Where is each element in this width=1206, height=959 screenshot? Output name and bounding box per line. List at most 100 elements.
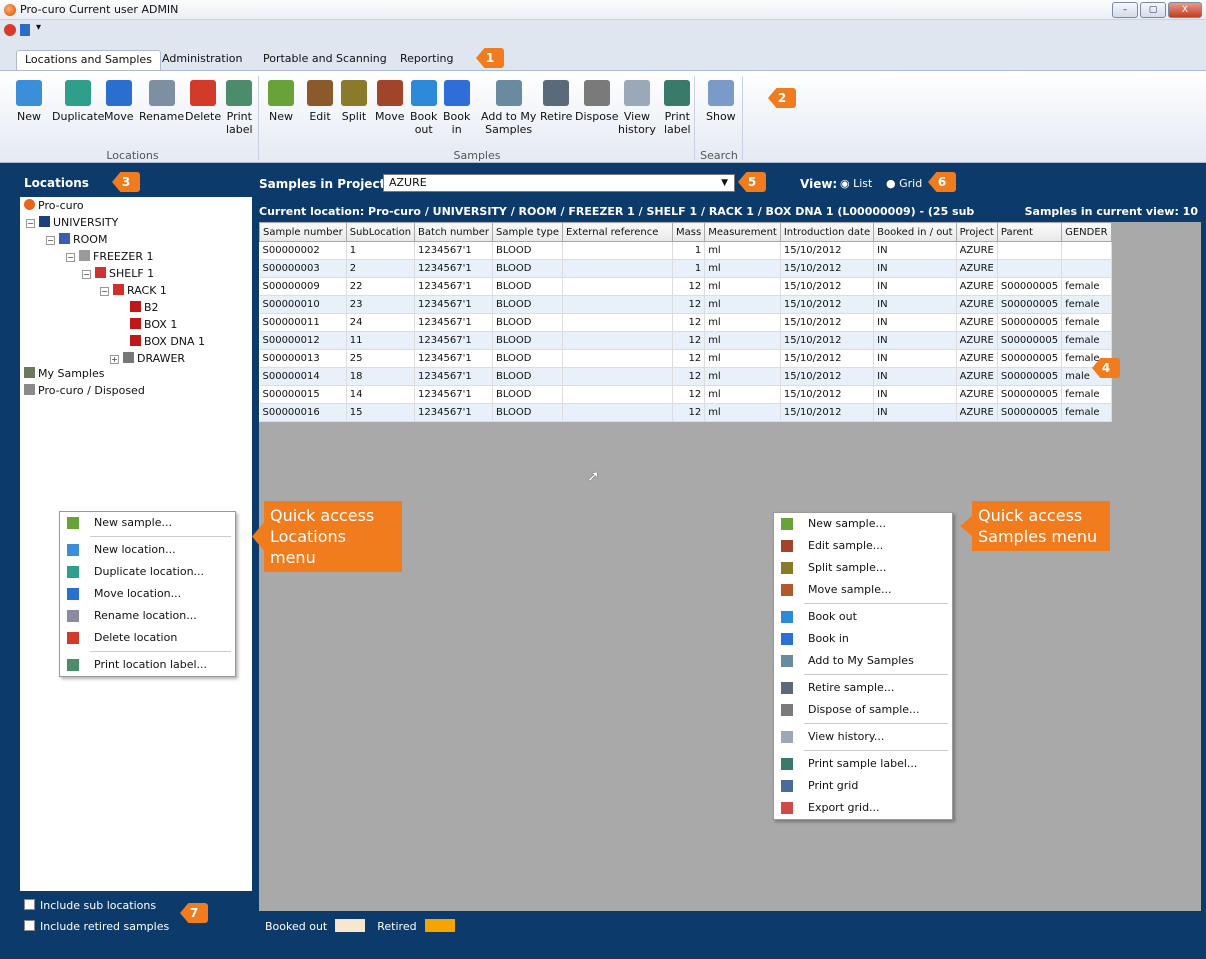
menu-item-label: Delete location [94, 631, 178, 644]
table-cell [997, 259, 1063, 278]
menu-item[interactable]: Print sample label... [774, 753, 952, 775]
tab-locations-and-samples[interactable]: Locations and Samples [16, 50, 161, 70]
column-header[interactable]: Mass [671, 222, 706, 242]
book-out-button[interactable]: Book out [410, 80, 437, 136]
delete-location-button[interactable]: Delete [185, 80, 221, 123]
tree-expander-icon[interactable]: − [46, 236, 55, 245]
menu-item[interactable]: Print location label... [60, 654, 235, 676]
exit-icon[interactable] [4, 24, 16, 36]
new-location-button[interactable]: New [16, 80, 42, 123]
duplicate-location-label: Duplicate [52, 110, 105, 123]
view-list-radio[interactable]: ◉ List [840, 177, 872, 190]
move-sample-button[interactable]: Move [375, 80, 405, 123]
column-header[interactable]: Parent [996, 222, 1063, 242]
tree-expander-icon[interactable]: − [66, 253, 75, 262]
tab-administration[interactable]: Administration [154, 50, 251, 70]
tab-reporting[interactable]: Reporting [392, 50, 461, 70]
tree-node[interactable]: Pro-curo [24, 199, 84, 212]
tree-node[interactable]: + DRAWER [110, 352, 185, 365]
tab-portable-and-scanning[interactable]: Portable and Scanning [255, 50, 395, 70]
menu-item[interactable]: New location... [60, 539, 235, 561]
table-cell: S00000014 [259, 367, 347, 386]
maximize-button[interactable]: ▢ [1140, 2, 1166, 18]
table-row[interactable]: S00000003 2 1234567'1 BLOOD 1 ml 15/10/2012 IN A… [259, 259, 1112, 278]
add-to-my-samples-button[interactable]: Add to My Samples [481, 80, 536, 136]
view-history-button[interactable]: View history [618, 80, 656, 136]
menu-item[interactable]: Export grid... [774, 797, 952, 819]
table-row[interactable]: S00000013 25 1234567'1 BLOOD 12 ml 15/10/2012 I… [259, 349, 1112, 368]
table-row[interactable]: S00000012 11 1234567'1 BLOOD 12 ml 15/10/2012 I… [259, 331, 1112, 350]
minimize-button[interactable]: – [1112, 2, 1138, 18]
group-label-search: Search [700, 149, 738, 162]
menu-item[interactable]: Split sample... [774, 557, 952, 579]
view-grid-radio[interactable]: ● Grid [886, 177, 922, 190]
column-header[interactable]: GENDER [1061, 222, 1112, 242]
tree-node[interactable]: − UNIVERSITY [26, 216, 118, 229]
column-header[interactable]: SubLocation [345, 222, 416, 242]
menu-item[interactable]: Book in [774, 628, 952, 650]
qat-dropdown-icon[interactable]: ▾ [36, 22, 41, 33]
menu-item[interactable]: Edit sample... [774, 535, 952, 557]
menu-item[interactable]: Book out [774, 606, 952, 628]
book-in-button[interactable]: Book in [443, 80, 470, 136]
show-search-button[interactable]: Show [706, 80, 736, 123]
menu-item[interactable]: Add to My Samples [774, 650, 952, 672]
split-sample-button[interactable]: Split [341, 80, 367, 123]
menu-item[interactable]: Delete location [60, 627, 235, 649]
move-location-button[interactable]: Move [104, 80, 134, 123]
tree-node[interactable]: − RACK 1 [100, 284, 167, 297]
edit-sample-button[interactable]: Edit [307, 80, 333, 123]
menu-item[interactable]: New sample... [774, 513, 952, 535]
table-cell: 15/10/2012 [780, 241, 875, 260]
tree-node[interactable]: − SHELF 1 [82, 267, 154, 280]
column-header[interactable]: Sample number [259, 222, 347, 242]
column-header[interactable]: Measurement [704, 222, 781, 242]
table-row[interactable]: S00000002 1 1234567'1 BLOOD 1 ml 15/10/2012 IN A… [259, 241, 1112, 260]
column-header[interactable]: Project [955, 222, 998, 242]
project-select[interactable]: AZURE ▼ [383, 174, 735, 192]
menu-item[interactable]: Print grid [774, 775, 952, 797]
tree-expander-icon[interactable]: − [100, 287, 109, 296]
menu-item[interactable]: View history... [774, 726, 952, 748]
tree-node[interactable]: BOX DNA 1 [130, 335, 205, 348]
table-row[interactable]: S00000009 22 1234567'1 BLOOD 12 ml 15/10/2012 I… [259, 277, 1112, 296]
rename-location-button[interactable]: Rename [139, 80, 184, 123]
column-header[interactable]: Introduction date [779, 222, 875, 242]
new-sample-button[interactable]: New [268, 80, 294, 123]
tree-node[interactable]: B2 [130, 301, 159, 314]
tree-node[interactable]: My Samples [24, 367, 104, 380]
include-retired-samples-checkbox[interactable]: Include retired samples [24, 920, 169, 933]
tree-expander-icon[interactable]: + [110, 355, 119, 364]
menu-item[interactable]: Rename location... [60, 605, 235, 627]
close-button[interactable]: X [1168, 2, 1202, 18]
duplicate-location-button[interactable]: Duplicate [52, 80, 104, 123]
table-row[interactable]: S00000014 18 1234567'1 BLOOD 12 ml 15/10/2012 I… [259, 367, 1112, 386]
menu-item[interactable]: Dispose of sample... [774, 699, 952, 721]
table-cell: ml [704, 313, 781, 332]
column-header[interactable]: Booked in / out [873, 222, 957, 242]
dispose-sample-button[interactable]: Dispose [575, 80, 618, 123]
column-header[interactable]: External reference [562, 222, 673, 242]
menu-item[interactable]: Move location... [60, 583, 235, 605]
print-location-label-button[interactable]: Print label [226, 80, 253, 136]
table-row[interactable]: S00000016 15 1234567'1 BLOOD 12 ml 15/10/2012 I… [259, 403, 1112, 422]
tree-node[interactable]: Pro-curo / Disposed [24, 384, 145, 397]
include-sub-locations-checkbox[interactable]: Include sub locations [24, 899, 156, 912]
menu-item[interactable]: Retire sample... [774, 677, 952, 699]
tree-node[interactable]: BOX 1 [130, 318, 177, 331]
menu-item[interactable]: Move sample... [774, 579, 952, 601]
tree-node[interactable]: − ROOM [46, 233, 107, 246]
menu-item[interactable]: Duplicate location... [60, 561, 235, 583]
print-sample-label-button[interactable]: Print label [664, 80, 691, 136]
retire-sample-button[interactable]: Retire [540, 80, 572, 123]
logout-icon[interactable] [20, 24, 30, 36]
tree-node[interactable]: − FREEZER 1 [66, 250, 154, 263]
tree-expander-icon[interactable]: − [26, 219, 35, 228]
column-header[interactable]: Sample type [491, 222, 564, 242]
tree-expander-icon[interactable]: − [82, 270, 91, 279]
table-row[interactable]: S00000015 14 1234567'1 BLOOD 12 ml 15/10/2012 I… [259, 385, 1112, 404]
menu-item[interactable]: New sample... [60, 512, 235, 534]
table-row[interactable]: S00000010 23 1234567'1 BLOOD 12 ml 15/10/2012 I… [259, 295, 1112, 314]
column-header[interactable]: Batch number [414, 222, 493, 242]
table-row[interactable]: S00000011 24 1234567'1 BLOOD 12 ml 15/10/2012 I… [259, 313, 1112, 332]
